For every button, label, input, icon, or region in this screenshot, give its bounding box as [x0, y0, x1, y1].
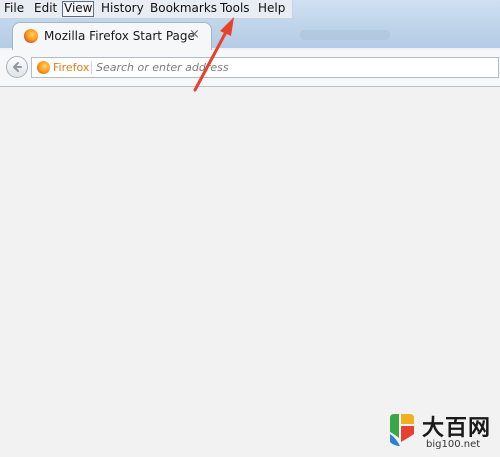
- watermark-logo-icon: [390, 414, 414, 446]
- annotation-arrow-icon: [193, 17, 234, 92]
- watermark: 大百网 big100.net: [386, 410, 498, 455]
- watermark-url: big100.net: [426, 439, 481, 450]
- watermark-title: 大百网: [422, 415, 492, 441]
